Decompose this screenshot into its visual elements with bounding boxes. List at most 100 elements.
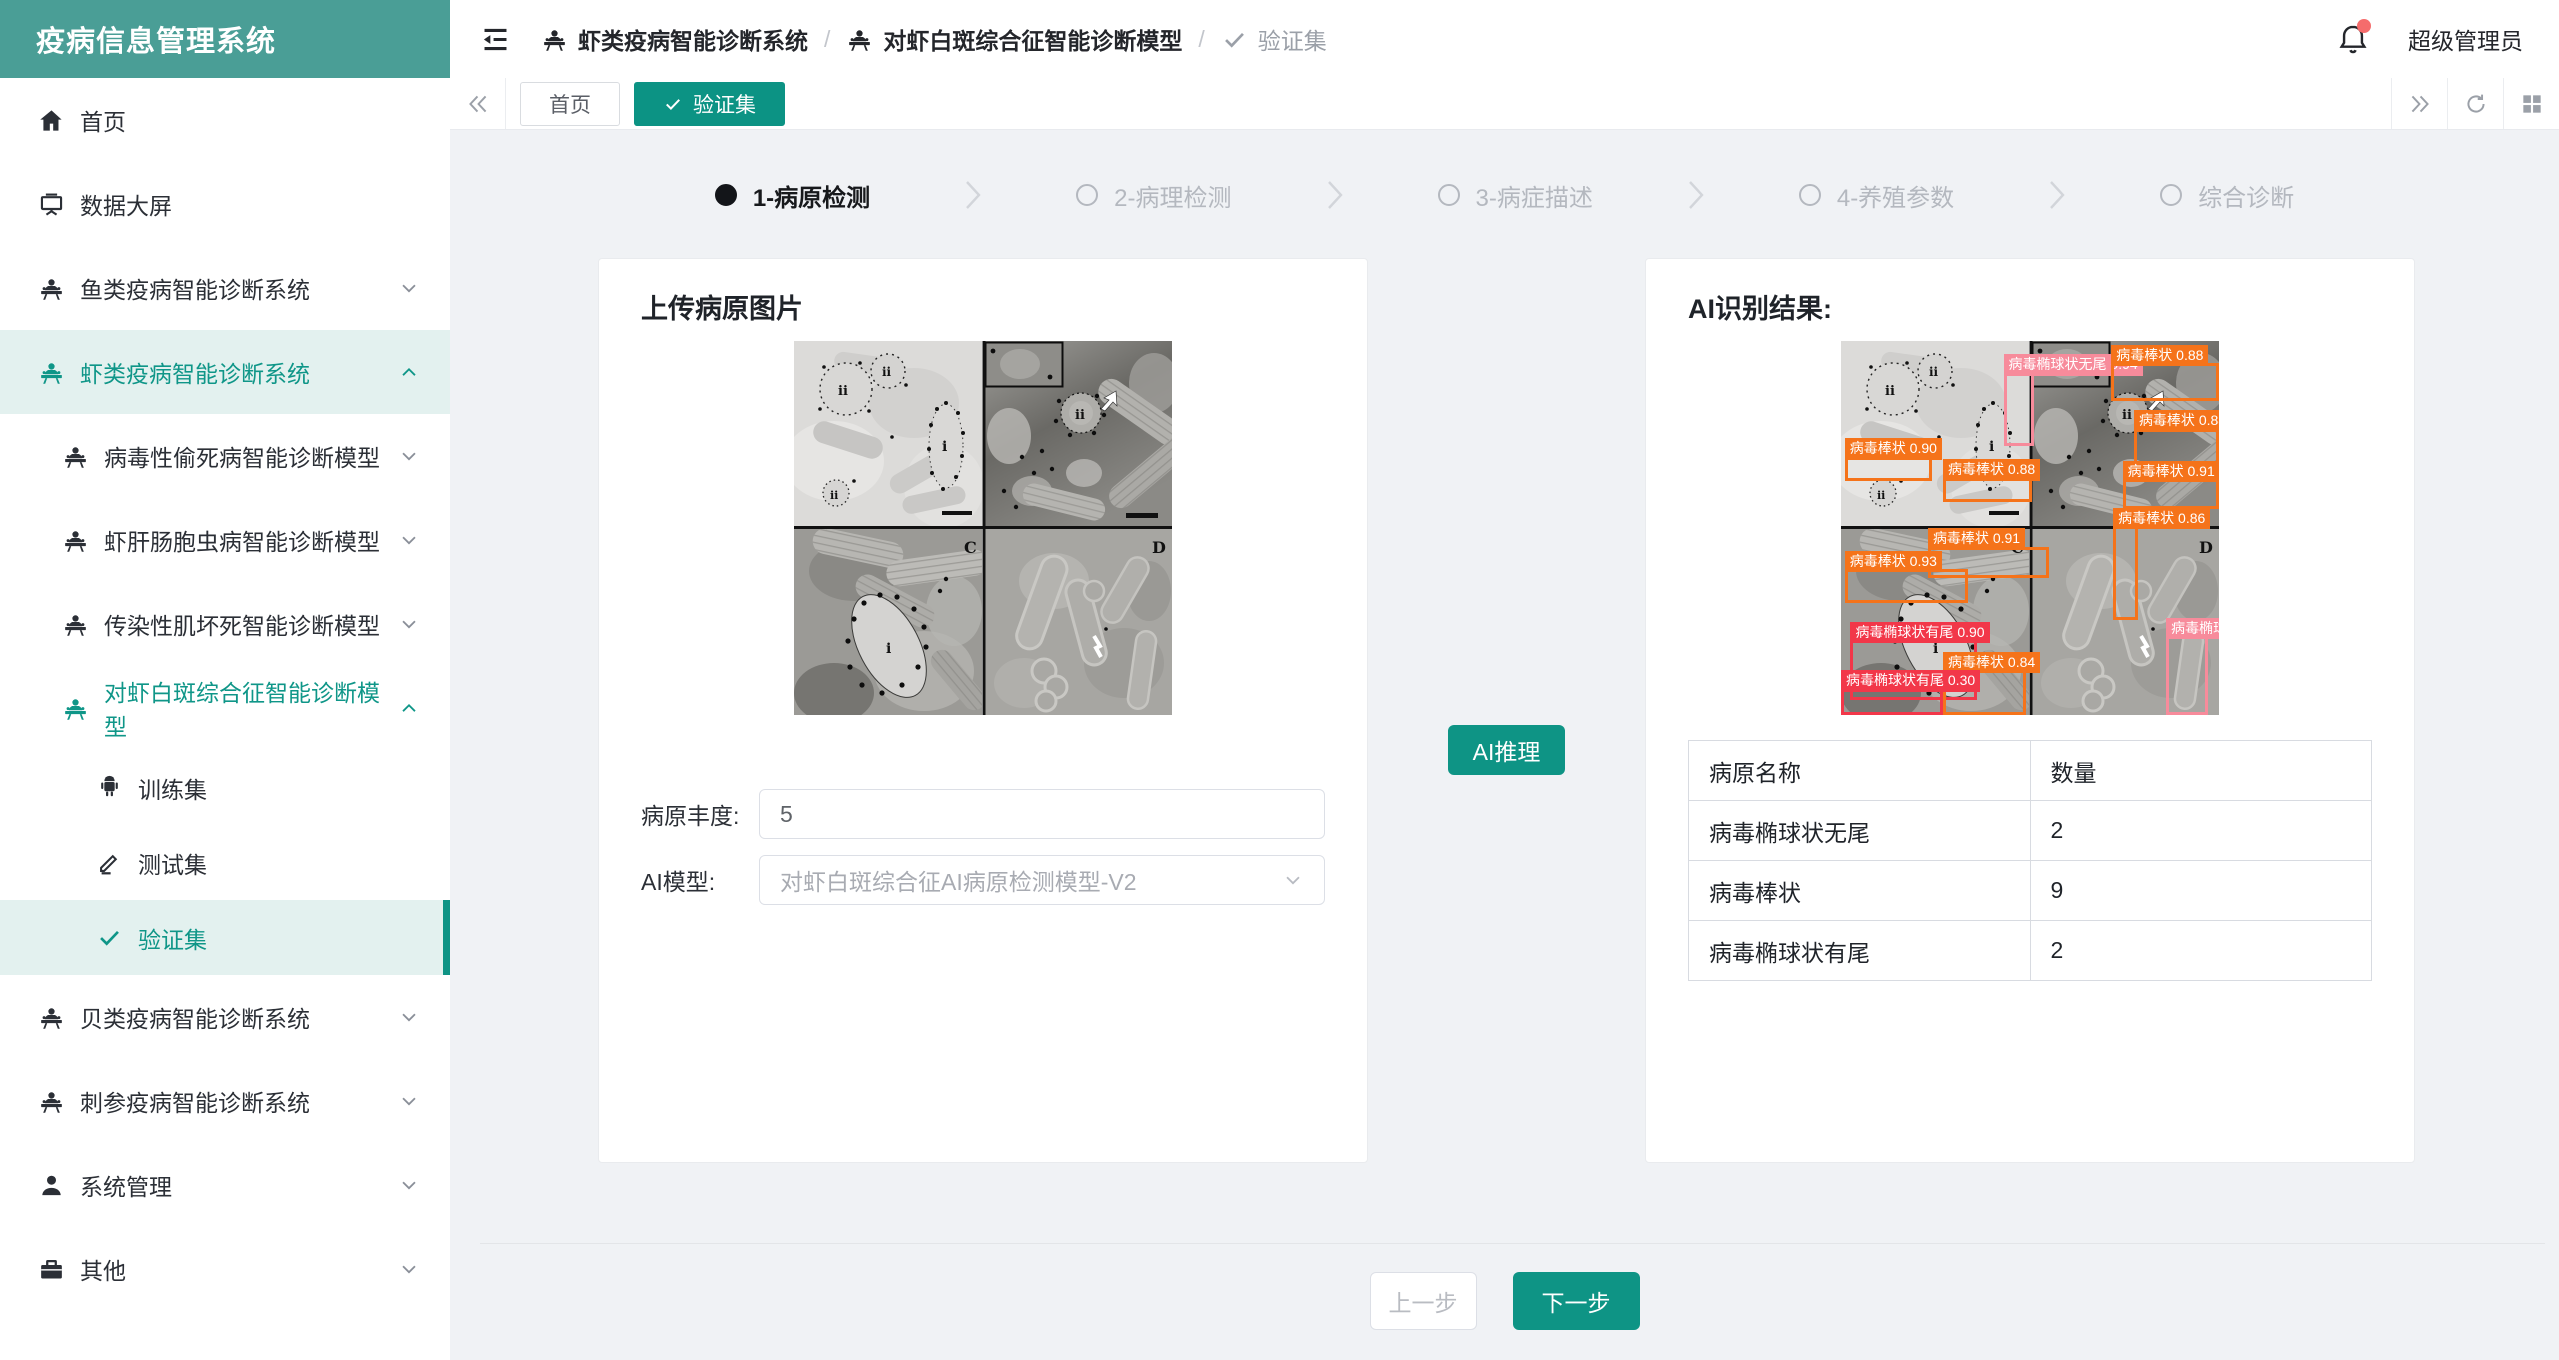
- system-icon: [38, 275, 65, 302]
- breadcrumb-item[interactable]: 对虾白斑综合征智能诊断模型: [846, 22, 1182, 56]
- sidebar-item[interactable]: 虾类疫病智能诊断系统: [0, 330, 450, 414]
- toolbox-icon: [38, 1256, 65, 1283]
- breadcrumb-label: 对虾白斑综合征智能诊断模型: [883, 22, 1182, 56]
- detection-label: 病毒椭球状无尾: [2166, 618, 2219, 640]
- sidebar-item[interactable]: 系统管理: [0, 1143, 450, 1227]
- system-icon: [846, 26, 873, 53]
- chevron-down-icon: [398, 1258, 420, 1280]
- sidebar-item-label: 数据大屏: [80, 187, 172, 221]
- detection-box: 病毒棒状 0.86: [2113, 526, 2138, 620]
- detection-box: 病毒棒状 0.90: [1845, 457, 1932, 481]
- sidebar-item[interactable]: 虾肝肠胞虫病智能诊断模型: [0, 498, 450, 582]
- layout-grid-icon[interactable]: [2503, 78, 2559, 129]
- wizard-step[interactable]: 2-病理检测: [1076, 178, 1231, 213]
- system-icon: [38, 1088, 65, 1115]
- tab-item[interactable]: 首页: [520, 82, 620, 126]
- app-title: 疫病信息管理系统: [36, 18, 276, 60]
- screen-icon: [38, 191, 65, 218]
- wizard-footer: 上一步 下一步: [450, 1272, 2559, 1330]
- chevron-down-icon: [398, 1174, 420, 1196]
- user-icon: [38, 1172, 65, 1199]
- sidebar-item[interactable]: 贝类疫病智能诊断系统: [0, 975, 450, 1059]
- middle-column: AI推理: [1368, 258, 1645, 775]
- wizard-step[interactable]: 3-病症描述: [1438, 178, 1593, 213]
- sidebar-item-label: 虾肝肠胞虫病智能诊断模型: [104, 523, 380, 557]
- breadcrumb-item[interactable]: 验证集: [1221, 22, 1327, 56]
- sidebar-item[interactable]: 刺参疫病智能诊断系统: [0, 1059, 450, 1143]
- result-card-title: AI识别结果:: [1688, 293, 2372, 325]
- collapse-menu-icon[interactable]: [480, 24, 511, 55]
- table-header-cell: 数量: [2030, 741, 2372, 801]
- topbar-right: 超级管理员: [2336, 22, 2523, 56]
- refresh-icon[interactable]: [2447, 78, 2503, 129]
- sidebar-item[interactable]: 数据大屏: [0, 162, 450, 246]
- edit-icon: [96, 849, 123, 876]
- step-dot: [1076, 184, 1098, 206]
- detection-label: 病毒椭球状有尾 0.30: [1841, 670, 1980, 692]
- sidebar-item[interactable]: 其他: [0, 1227, 450, 1311]
- table-cell: 病毒椭球状有尾: [1689, 921, 2031, 981]
- system-icon: [62, 443, 89, 470]
- sidebar-item-label: 虾类疫病智能诊断系统: [80, 355, 310, 389]
- tab-active[interactable]: 验证集: [634, 82, 785, 126]
- wizard-step[interactable]: 综合诊断: [2160, 178, 2294, 213]
- next-step-button[interactable]: 下一步: [1513, 1272, 1640, 1330]
- step-dot: [2160, 184, 2182, 206]
- detection-label: 病毒棒状 0.93: [1845, 551, 1942, 573]
- sidebar-item[interactable]: 训练集: [0, 750, 450, 825]
- ai-model-value: 对虾白斑综合征AI病原检测模型-V2: [780, 863, 1137, 897]
- sidebar: 疫病信息管理系统 首页数据大屏鱼类疫病智能诊断系统虾类疫病智能诊断系统病毒性偷死…: [0, 0, 450, 1360]
- sidebar-item-label: 测试集: [138, 846, 207, 880]
- tabs-scroll-left-icon[interactable]: [450, 78, 506, 129]
- sidebar-item-label: 训练集: [138, 771, 207, 805]
- sidebar-item[interactable]: 测试集: [0, 825, 450, 900]
- ai-model-row: AI模型: 对虾白斑综合征AI病原检测模型-V2: [641, 855, 1325, 905]
- table-cell: 病毒棒状: [1689, 861, 2031, 921]
- wizard-step[interactable]: 1-病原检测: [715, 178, 870, 213]
- detection-label: 病毒棒状 0.91: [2123, 461, 2219, 483]
- table-row: 病毒棒状9: [1689, 861, 2372, 921]
- previous-step-button[interactable]: 上一步: [1370, 1272, 1477, 1330]
- tabs-scroll-right-icon[interactable]: [2391, 78, 2447, 129]
- notification-bell-icon[interactable]: [2336, 22, 2370, 56]
- sidebar-item-label: 贝类疫病智能诊断系统: [80, 1000, 310, 1034]
- chevron-up-icon: [398, 697, 420, 719]
- system-icon: [62, 695, 89, 722]
- table-row: 病毒椭球状有尾2: [1689, 921, 2372, 981]
- sidebar-menu: 首页数据大屏鱼类疫病智能诊断系统虾类疫病智能诊断系统病毒性偷死病智能诊断模型虾肝…: [0, 78, 450, 1360]
- wizard-step[interactable]: 4-养殖参数: [1799, 178, 1954, 213]
- breadcrumb-separator: /: [1198, 26, 1204, 53]
- step-arrow-icon: [964, 179, 982, 211]
- check-icon: [96, 924, 123, 951]
- step-dot: [1799, 184, 1821, 206]
- system-icon: [62, 527, 89, 554]
- android-icon: [96, 774, 123, 801]
- sidebar-item[interactable]: 首页: [0, 78, 450, 162]
- panels: 上传病原图片 病原丰度: 5 AI模型: 对虾白斑综合征AI病原检测模型-V2: [450, 258, 2559, 1163]
- system-icon: [38, 359, 65, 386]
- abundance-input[interactable]: 5: [759, 789, 1325, 839]
- step-label: 3-病症描述: [1476, 178, 1593, 213]
- sidebar-item[interactable]: 传染性肌坏死智能诊断模型: [0, 582, 450, 666]
- sidebar-item-label: 首页: [80, 103, 126, 137]
- sidebar-item[interactable]: 鱼类疫病智能诊断系统: [0, 246, 450, 330]
- detection-overlay: 病毒椭球状无尾 0.94病毒棒状 0.88病毒棒状 0.88病毒棒状 0.90病…: [1841, 341, 2219, 715]
- ai-model-select[interactable]: 对虾白斑综合征AI病原检测模型-V2: [759, 855, 1325, 905]
- ai-inference-button[interactable]: AI推理: [1448, 725, 1566, 775]
- breadcrumb-item[interactable]: 虾类疫病智能诊断系统: [541, 22, 808, 56]
- step-label: 2-病理检测: [1114, 178, 1231, 213]
- sidebar-item[interactable]: 验证集: [0, 900, 450, 975]
- sidebar-item[interactable]: 病毒性偷死病智能诊断模型: [0, 414, 450, 498]
- main-area: 虾类疫病智能诊断系统/对虾白斑综合征智能诊断模型/验证集 超级管理员 首页验证集…: [450, 0, 2559, 1360]
- sidebar-item[interactable]: 对虾白斑综合征智能诊断模型: [0, 666, 450, 750]
- notification-badge: [2357, 19, 2371, 33]
- detection-box: 病毒棒状 0.88: [1943, 478, 2032, 502]
- tab-label: 验证集: [693, 89, 756, 119]
- detection-box: 病毒椭球状有尾 0.30: [1841, 689, 1943, 715]
- sidebar-item-label: 系统管理: [80, 1168, 172, 1202]
- step-label: 1-病原检测: [753, 178, 870, 213]
- ai-annotated-image: 病毒椭球状无尾 0.94病毒棒状 0.88病毒棒状 0.88病毒棒状 0.90病…: [1841, 341, 2219, 715]
- content: 1-病原检测 2-病理检测 3-病症描述 4-养殖参数 综合诊断 上传病原图片 病原丰度…: [450, 130, 2559, 1360]
- chevron-down-icon: [398, 277, 420, 299]
- system-icon: [541, 26, 568, 53]
